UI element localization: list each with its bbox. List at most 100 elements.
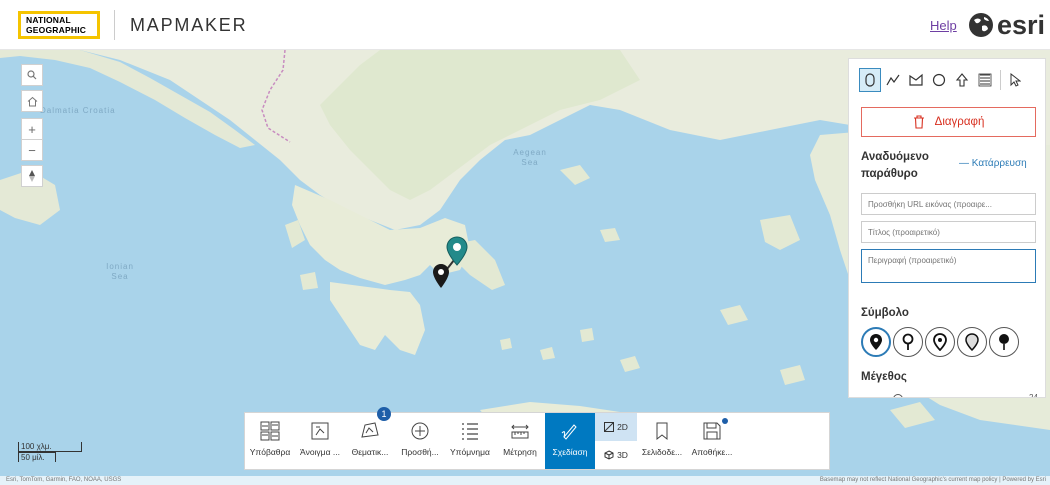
national-geographic-logo[interactable]: NATIONAL GEOGRAPHIC	[18, 11, 100, 39]
arrow-up-icon	[955, 73, 969, 87]
popup-label: Αναδυόμενο παράθυρο	[861, 151, 929, 180]
basemap-button[interactable]: Υπόβαθρα	[245, 413, 295, 469]
3d-icon	[604, 450, 614, 460]
attribution-bar: Esri, TomTom, Garmin, FAO, NOAA, USGS Ba…	[0, 476, 1050, 485]
header: NATIONAL GEOGRAPHIC MAPMAKER Help esri	[0, 0, 1050, 50]
zoom-in-button[interactable]: +	[21, 118, 43, 140]
measure-label: Μέτρηση	[503, 447, 537, 457]
thumbtack-icon	[999, 334, 1009, 350]
collapse-link[interactable]: — Κατάρρευση	[959, 158, 1027, 169]
map-search-button[interactable]	[21, 64, 43, 86]
globe-icon	[969, 13, 993, 37]
basemap-icon	[260, 421, 280, 441]
draw-tool-row	[859, 67, 1027, 93]
polygon-tool-button[interactable]	[905, 68, 927, 92]
circle-icon	[932, 73, 946, 87]
line-tool-button[interactable]	[882, 68, 904, 92]
bookmark-label: Σελιδοδε...	[641, 447, 683, 457]
thematic-button[interactable]: 1 Θεματικ...	[345, 407, 395, 469]
size-value: 24	[1029, 393, 1038, 398]
point-tool-button[interactable]	[859, 68, 881, 92]
app-title: MAPMAKER	[130, 15, 248, 35]
pin-light-icon	[965, 333, 979, 351]
logo-line-1: NATIONAL	[26, 15, 71, 25]
symbol-label: Σύμβολο	[861, 307, 909, 319]
map-marker-selected[interactable]	[446, 236, 468, 266]
polyline-icon	[886, 74, 900, 86]
attribution-sources[interactable]: Esri, TomTom, Garmin, FAO, NOAA, USGS	[6, 477, 121, 483]
draw-button[interactable]: Σχεδίαση	[545, 413, 595, 469]
search-icon	[27, 70, 37, 80]
map-label-ionian: Ionian Sea	[106, 262, 134, 281]
size-label: Μέγεθος	[861, 371, 907, 383]
title-field[interactable]	[861, 221, 1036, 243]
header-divider	[114, 10, 115, 40]
scale-bar: 100 χλμ. 50 μίλ.	[18, 442, 82, 462]
symbol-picker	[861, 327, 1021, 357]
add-icon	[411, 422, 429, 440]
basemap-label: Υπόβαθρα	[249, 447, 291, 457]
symbol-thumbtack[interactable]	[989, 327, 1019, 357]
help-link[interactable]: Help	[930, 18, 957, 33]
thematic-icon	[361, 422, 379, 438]
home-icon	[27, 96, 37, 106]
draw-label: Σχεδίαση	[552, 447, 588, 457]
measure-icon	[511, 424, 529, 439]
delete-label: Διαγραφή	[934, 116, 985, 128]
draw-panel: Διαγραφή Αναδυόμενο παράθυρο — Κατάρρευσ…	[848, 58, 1046, 398]
map-marker-black[interactable]	[432, 263, 450, 289]
save-label: Αποθήκε...	[691, 447, 733, 457]
trash-icon	[913, 115, 924, 129]
compass-icon	[29, 170, 35, 182]
symbol-pin-filled[interactable]	[861, 327, 891, 357]
unsaved-dot	[722, 418, 728, 424]
delete-button[interactable]: Διαγραφή	[861, 107, 1036, 137]
scale-metric: 100 χλμ.	[18, 442, 82, 452]
description-field[interactable]	[861, 249, 1036, 283]
draw-icon	[561, 424, 577, 440]
bookmark-icon	[656, 422, 668, 441]
view-3d-option[interactable]: 3D	[595, 441, 637, 469]
view-3d-label: 3D	[617, 450, 628, 460]
symbol-pin-round[interactable]	[925, 327, 955, 357]
add-button[interactable]: Προσθή...	[395, 413, 445, 469]
map-label-aegean: Aegean Sea	[513, 148, 547, 167]
bottom-toolbar: Υπόβαθρα Άνοιγμα ... 1 Θεματικ... Προσθή…	[244, 407, 830, 470]
open-label: Άνοιγμα ...	[300, 447, 340, 457]
attribution-notice: Basemap may not reflect National Geograp…	[819, 477, 1046, 483]
save-button[interactable]: Αποθήκε...	[687, 413, 737, 469]
circle-tool-button[interactable]	[928, 68, 950, 92]
scale-imperial: 50 μίλ.	[18, 452, 56, 462]
zoom-out-button[interactable]: −	[21, 139, 43, 161]
legend-icon	[462, 423, 478, 440]
2d-icon	[604, 422, 615, 432]
bookmark-button[interactable]: Σελιδοδε...	[637, 413, 687, 469]
esri-logo[interactable]: esri	[968, 8, 1045, 42]
symbol-pin-outline[interactable]	[893, 327, 923, 357]
image-url-field[interactable]	[861, 193, 1036, 215]
thematic-label: Θεματικ...	[351, 447, 389, 457]
arrow-tool-button[interactable]	[951, 68, 973, 92]
text-tool-button[interactable]	[974, 68, 996, 92]
esri-wordmark: esri	[997, 9, 1046, 40]
cursor-icon	[1010, 73, 1021, 87]
select-tool-button[interactable]	[1004, 68, 1026, 92]
pin-icon	[865, 73, 875, 87]
polygon-icon	[909, 73, 923, 86]
text-icon	[978, 73, 992, 87]
symbol-pin-light[interactable]	[957, 327, 987, 357]
logo-line-2: GEOGRAPHIC	[26, 25, 87, 35]
view-toggle: 2D 3D	[595, 413, 637, 469]
legend-button[interactable]: Υπόμνημα	[445, 413, 495, 469]
view-2d-option[interactable]: 2D	[595, 413, 637, 441]
tool-divider	[1000, 70, 1001, 90]
open-icon	[311, 422, 329, 440]
size-slider-thumb[interactable]	[893, 394, 903, 397]
view-2d-label: 2D	[617, 422, 628, 432]
open-button[interactable]: Άνοιγμα ...	[295, 413, 345, 469]
measure-button[interactable]: Μέτρηση	[495, 413, 545, 469]
save-icon	[703, 422, 721, 440]
legend-label: Υπόμνημα	[450, 447, 490, 457]
map-home-button[interactable]	[21, 90, 43, 112]
compass-button[interactable]	[21, 165, 43, 187]
